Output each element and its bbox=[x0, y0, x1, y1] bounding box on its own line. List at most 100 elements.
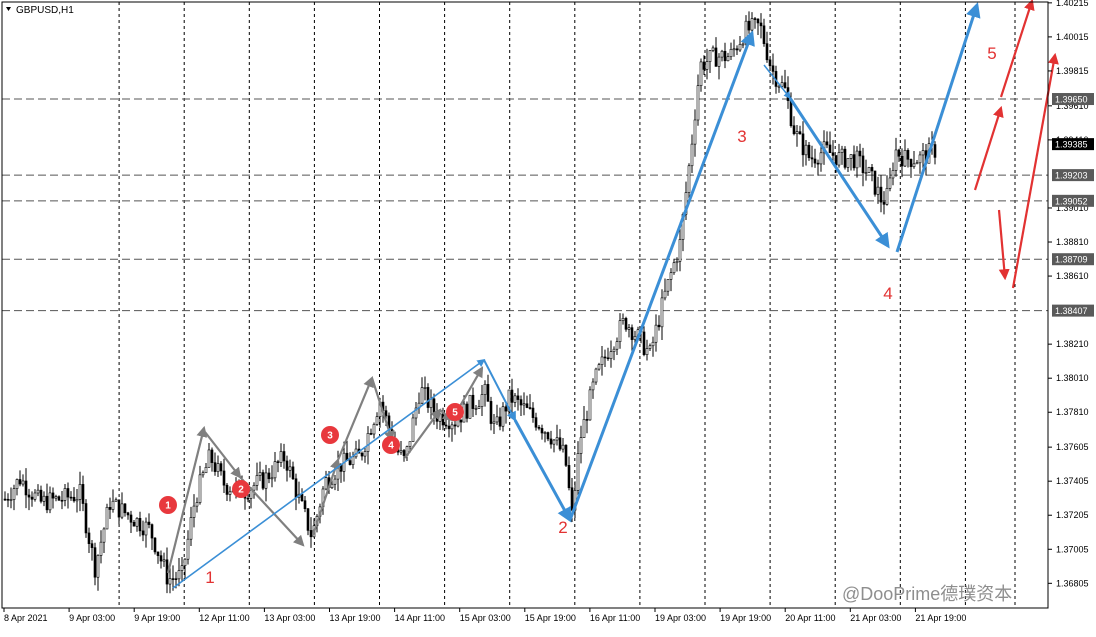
candle-body bbox=[486, 384, 490, 402]
candle-body bbox=[666, 279, 670, 292]
candle-body bbox=[81, 484, 85, 504]
candle-body bbox=[168, 578, 172, 585]
candle-body bbox=[132, 521, 136, 527]
candle-body bbox=[66, 488, 70, 498]
candle-body bbox=[501, 406, 505, 427]
candle-body bbox=[714, 47, 718, 67]
candle-body bbox=[276, 461, 280, 463]
candle-body bbox=[531, 407, 535, 418]
candle-body bbox=[720, 50, 724, 58]
symbol-header[interactable]: GBPUSD,H1 bbox=[6, 5, 74, 16]
candle-body bbox=[456, 419, 460, 427]
candle-body bbox=[348, 460, 352, 465]
time-tick-label: 20 Apr 11:00 bbox=[785, 613, 835, 623]
candle-body bbox=[675, 260, 679, 264]
candle-body bbox=[897, 149, 901, 157]
price-tick-label: 1.37205 bbox=[1056, 510, 1089, 520]
candle-body bbox=[474, 408, 478, 410]
candle-body bbox=[657, 324, 661, 328]
price-tick-label: 1.37605 bbox=[1056, 442, 1089, 452]
candle-body bbox=[360, 452, 364, 457]
candle-body bbox=[696, 85, 700, 121]
candle-body bbox=[363, 451, 367, 457]
time-tick-label: 8 Apr 2021 bbox=[4, 613, 48, 623]
candle-body bbox=[663, 290, 667, 299]
candle-body bbox=[807, 144, 811, 159]
candle-body bbox=[492, 421, 496, 424]
candle-body bbox=[708, 50, 712, 62]
candle-body bbox=[558, 437, 562, 450]
price-tick-label: 1.38810 bbox=[1056, 237, 1089, 247]
price-tick-label: 1.39815 bbox=[1056, 66, 1089, 76]
candle-body bbox=[750, 18, 754, 31]
candle-body bbox=[183, 558, 187, 566]
subwave-number-label: 5 bbox=[452, 408, 458, 419]
candle-body bbox=[672, 262, 676, 274]
price-tick-label: 1.37810 bbox=[1056, 407, 1089, 417]
candle-body bbox=[537, 426, 541, 429]
candle-body bbox=[87, 532, 91, 544]
candle-body bbox=[12, 488, 16, 500]
candle-body bbox=[186, 538, 190, 560]
candle-body bbox=[93, 547, 97, 578]
candle-body bbox=[51, 492, 55, 499]
candle-body bbox=[906, 150, 910, 160]
candle-body bbox=[702, 61, 706, 70]
candle-body bbox=[618, 320, 622, 343]
candle-body bbox=[213, 462, 217, 472]
candle-body bbox=[744, 20, 748, 45]
candle-body bbox=[270, 477, 274, 480]
candle-body bbox=[858, 150, 862, 157]
candle-body bbox=[126, 512, 130, 516]
candle-body bbox=[813, 158, 817, 164]
candle-body bbox=[123, 503, 127, 514]
candle-body bbox=[375, 416, 379, 425]
candle-body bbox=[561, 444, 565, 450]
candle-body bbox=[759, 22, 763, 27]
candle-body bbox=[48, 492, 52, 511]
candle-body bbox=[420, 387, 424, 404]
candle-body bbox=[216, 463, 220, 472]
candle-body bbox=[783, 82, 787, 88]
candle-body bbox=[903, 150, 907, 167]
candle-body bbox=[120, 503, 124, 518]
candle-body bbox=[138, 518, 142, 532]
candle-body bbox=[105, 507, 109, 530]
candle-body bbox=[912, 163, 916, 167]
candle-body bbox=[153, 537, 157, 553]
candle-body bbox=[543, 432, 547, 434]
candle-body bbox=[864, 172, 868, 174]
candle-body bbox=[519, 399, 523, 406]
candle-body bbox=[21, 480, 25, 485]
candle-body bbox=[564, 444, 568, 466]
candle-body bbox=[861, 155, 865, 174]
candle-body bbox=[648, 345, 652, 349]
level-price-label: 1.39203 bbox=[1055, 171, 1088, 181]
candle-body bbox=[18, 479, 22, 485]
candle-body bbox=[747, 20, 751, 31]
candle-body bbox=[753, 18, 757, 20]
candle-body bbox=[438, 413, 442, 422]
candle-body bbox=[534, 417, 538, 428]
candle-body bbox=[228, 491, 232, 495]
candle-body bbox=[129, 514, 133, 523]
candle-body bbox=[453, 424, 457, 427]
candle-body bbox=[579, 437, 583, 454]
candle-body bbox=[195, 502, 199, 507]
price-tick-label: 1.38010 bbox=[1056, 373, 1089, 383]
candle-body bbox=[687, 165, 691, 193]
time-tick-label: 13 Apr 19:00 bbox=[330, 613, 381, 623]
candle-body bbox=[303, 500, 307, 510]
candle-body bbox=[660, 297, 664, 328]
candle-body bbox=[900, 155, 904, 167]
candle-body bbox=[876, 186, 880, 195]
candle-body bbox=[291, 466, 295, 480]
candle-body bbox=[36, 489, 40, 494]
candle-body bbox=[741, 43, 745, 46]
candle-body bbox=[921, 150, 925, 156]
candle-body bbox=[642, 331, 646, 355]
candle-body bbox=[528, 407, 532, 409]
candle-body bbox=[204, 466, 208, 474]
candle-body bbox=[765, 43, 769, 61]
candle-body bbox=[795, 131, 799, 135]
